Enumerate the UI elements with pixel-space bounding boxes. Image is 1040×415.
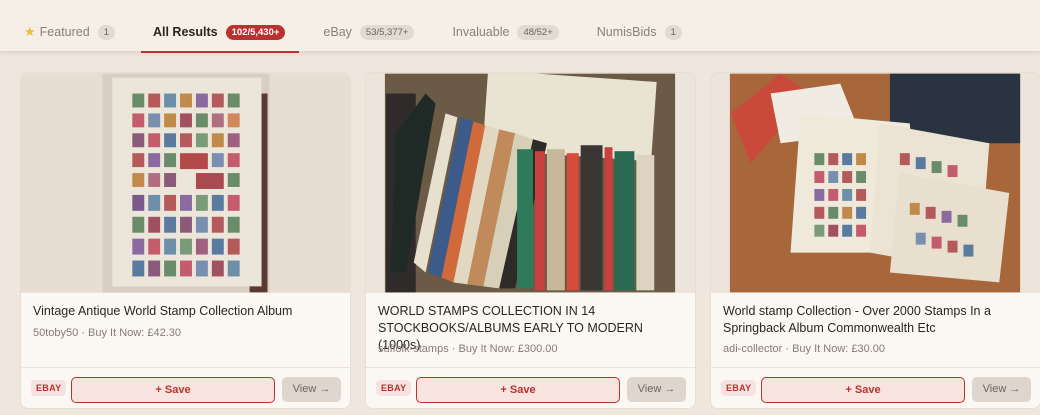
result-card[interactable]: World stamp Collection - Over 2000 Stamp…	[710, 72, 1040, 409]
count-badge: 102/5,430+	[225, 24, 286, 40]
view-button[interactable]: View →	[282, 377, 341, 402]
result-card[interactable]: WORLD STAMPS COLLECTION IN 14 STOCKBOOKS…	[365, 72, 696, 409]
tab-label: NumisBids	[596, 25, 657, 39]
count-badge: 1	[97, 24, 115, 40]
tab-label: Featured	[39, 25, 90, 39]
tab-invaluable[interactable]: Invaluable 48/52+	[448, 12, 562, 52]
tab-label: All Results	[152, 25, 218, 39]
source-badge: EBAY	[376, 380, 412, 396]
source-tabs: ★ Featured 1 All Results 102/5,430+ eBay…	[20, 12, 716, 53]
source-badge: EBAY	[721, 380, 757, 396]
card-footer: EBAY + Save View →	[21, 367, 350, 408]
tab-bar: ★ Featured 1 All Results 102/5,430+ eBay…	[0, 0, 1040, 53]
listing-meta: suffolk-stamps · Buy It Now: £300.00	[378, 343, 558, 355]
save-button[interactable]: + Save	[761, 377, 965, 403]
count-badge: 48/52+	[517, 24, 559, 40]
count-badge: 53/5,377+	[359, 24, 415, 40]
listing-image[interactable]	[711, 73, 1040, 293]
tab-featured[interactable]: ★ Featured 1	[20, 12, 119, 52]
listing-title[interactable]: World stamp Collection - Over 2000 Stamp…	[723, 303, 1028, 337]
listing-title[interactable]: Vintage Antique World Stamp Collection A…	[33, 303, 338, 320]
card-footer: EBAY + Save View →	[711, 367, 1040, 408]
tab-label: eBay	[323, 25, 352, 39]
listing-image[interactable]	[21, 73, 350, 293]
card-footer: EBAY + Save View →	[366, 367, 695, 408]
star-icon: ★	[24, 24, 36, 39]
stockbooks-photo	[366, 73, 695, 293]
count-badge: 1	[664, 24, 682, 40]
listing-image[interactable]	[366, 73, 695, 293]
results-grid: Vintage Antique World Stamp Collection A…	[20, 72, 1040, 415]
stamp-album-photo	[21, 73, 350, 293]
view-button[interactable]: View →	[627, 377, 686, 402]
listing-meta: 50toby50 · Buy It Now: £42.30	[33, 327, 181, 339]
tab-label: Invaluable	[452, 25, 510, 39]
tab-all-results[interactable]: All Results 102/5,430+	[140, 12, 300, 53]
tab-numisbids[interactable]: NumisBids 1	[593, 12, 686, 52]
tab-ebay[interactable]: eBay 53/5,377+	[319, 12, 418, 52]
result-card[interactable]: Vintage Antique World Stamp Collection A…	[20, 72, 351, 409]
source-badge: EBAY	[31, 380, 67, 396]
view-button[interactable]: View →	[972, 377, 1031, 402]
listing-meta: adi-collector · Buy It Now: £30.00	[723, 343, 886, 355]
save-button[interactable]: + Save	[71, 377, 275, 403]
loose-pages-photo	[711, 73, 1040, 293]
save-button[interactable]: + Save	[416, 377, 620, 403]
